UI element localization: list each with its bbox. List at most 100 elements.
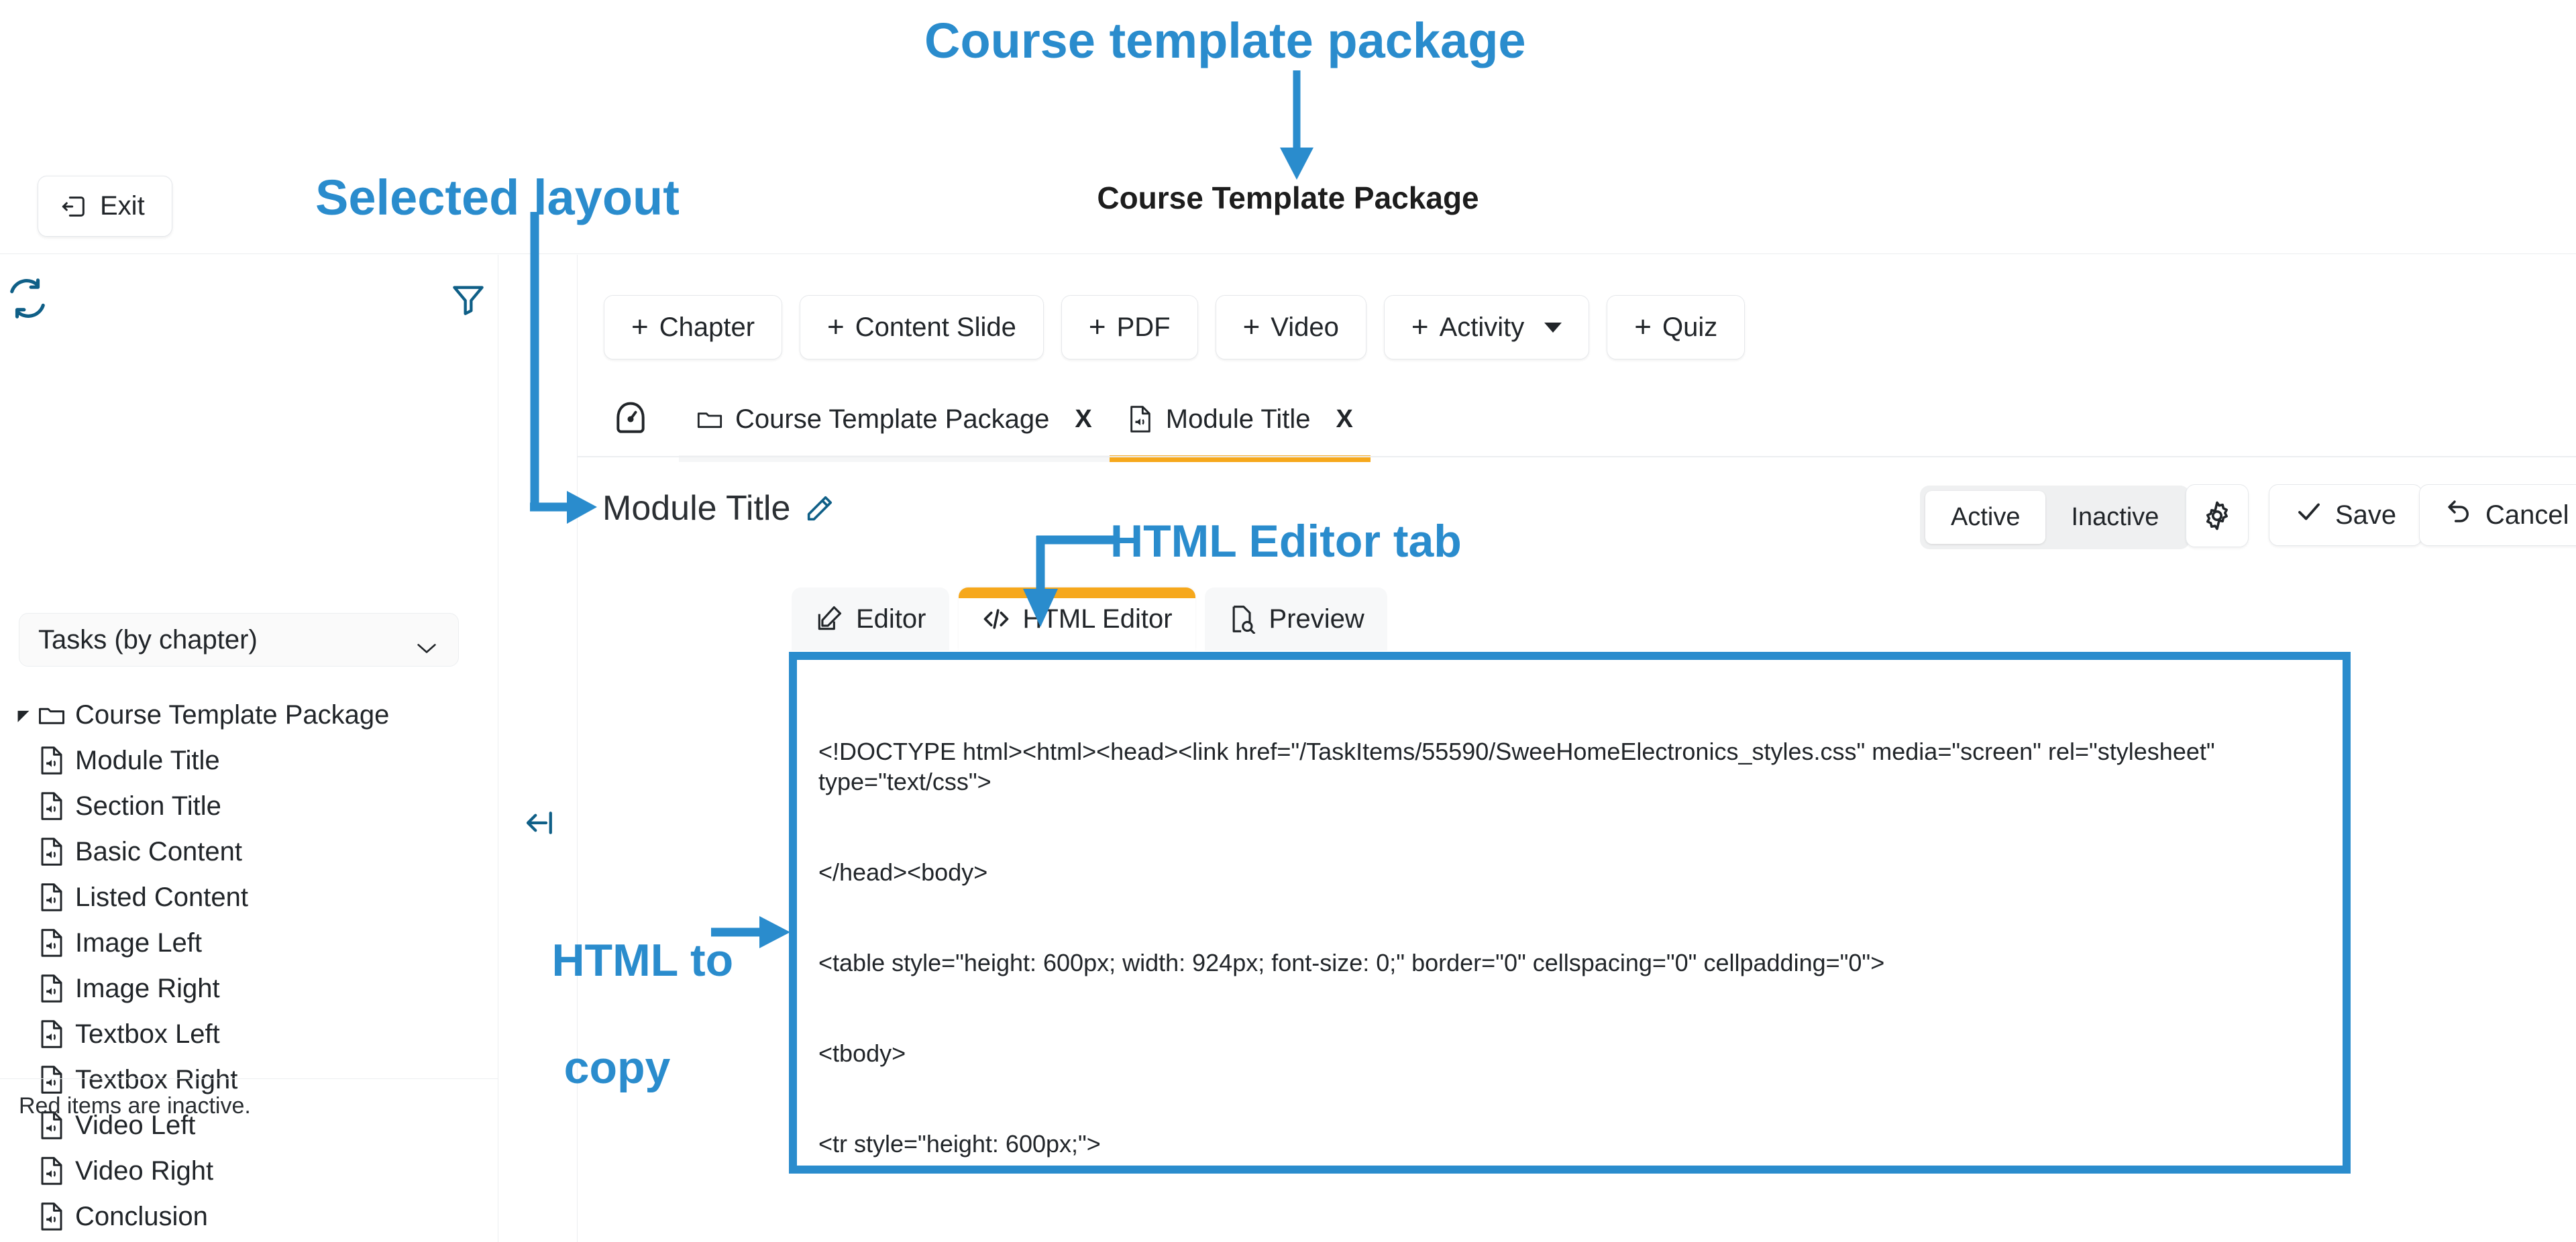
save-button[interactable]: Save: [2269, 484, 2423, 546]
tree-item-label: Conclusion: [75, 1201, 208, 1231]
slide-audio-icon: [38, 927, 66, 958]
open-tabs-bar: Course Template Package X Module Title X: [604, 389, 2549, 462]
editor-tabs: Editor HTML Editor Preview: [792, 587, 1387, 651]
tree-row[interactable]: Section Title: [0, 783, 498, 829]
tab-editor-label: Editor: [856, 604, 926, 634]
add-quiz-label: Quiz: [1662, 312, 1718, 342]
refresh-icon[interactable]: [7, 278, 48, 319]
plus-icon: +: [827, 310, 845, 343]
tree-row[interactable]: Conclusion: [0, 1194, 498, 1239]
header-divider: [0, 253, 2576, 254]
open-tab-label: Course Template Package: [735, 404, 1050, 434]
expand-caret-icon[interactable]: [12, 703, 35, 726]
add-quiz-button[interactable]: + Quiz: [1607, 295, 1746, 359]
cancel-label: Cancel: [2485, 500, 2569, 530]
collapse-sidebar-icon[interactable]: [522, 805, 558, 841]
tree-item-label: Module Title: [75, 745, 220, 775]
annotation-html-to-copy-line2: copy: [564, 1042, 671, 1093]
slide-audio-icon: [38, 745, 66, 776]
pencil-square-icon: [814, 604, 844, 634]
page-search-icon: [1228, 604, 1257, 635]
open-tab-module-title[interactable]: Module Title X: [1109, 390, 1371, 462]
chapter-select[interactable]: Tasks (by chapter): [19, 613, 459, 667]
status-toggle[interactable]: Active Inactive: [1920, 486, 2190, 549]
settings-button[interactable]: [2186, 484, 2249, 547]
pencil-icon[interactable]: [804, 493, 835, 524]
close-icon[interactable]: X: [1075, 405, 1091, 434]
slide-audio-icon: [38, 1064, 66, 1095]
open-tab-course-template-package[interactable]: Course Template Package X: [679, 390, 1110, 462]
tab-html-editor[interactable]: HTML Editor: [958, 587, 1195, 651]
code-line: <tr style="height: 600px;">: [818, 1130, 1101, 1158]
annotation-html-to-copy: HTML to copy: [496, 892, 738, 1182]
task-tree: Course Template Package Module Title Sec…: [0, 692, 498, 1239]
chapter-select-value: Tasks (by chapter): [38, 624, 258, 655]
tree-item-label: Video Right: [75, 1155, 214, 1186]
tree-row[interactable]: Listed Content: [0, 874, 498, 920]
tree-item-label: Image Left: [75, 927, 203, 958]
annotation-course-template-package: Course template package: [924, 13, 1526, 68]
tree-row[interactable]: Image Right: [0, 966, 498, 1011]
exit-label: Exit: [100, 191, 145, 221]
sidebar-toolbar: [0, 268, 498, 329]
save-label: Save: [2335, 500, 2397, 530]
status-inactive-option[interactable]: Inactive: [2045, 491, 2184, 544]
add-pdf-button[interactable]: + PDF: [1061, 295, 1198, 359]
sidebar: Tasks (by chapter) Course Template Packa…: [0, 255, 498, 1242]
tab-editor[interactable]: Editor: [792, 587, 949, 651]
slide-audio-icon: [38, 1019, 66, 1050]
tabs-divider: [577, 456, 2576, 457]
code-line: <!DOCTYPE html><html><head><link href="/…: [818, 738, 2222, 795]
slide-audio-icon: [38, 836, 66, 867]
add-activity-label: Activity: [1439, 312, 1525, 342]
annotation-html-editor-tab: HTML Editor tab: [1110, 516, 1462, 567]
chevron-down-icon[interactable]: [1544, 322, 1562, 333]
plus-icon: +: [1411, 310, 1429, 343]
exit-arrow-icon: [61, 193, 88, 220]
add-content-slide-label: Content Slide: [855, 312, 1016, 342]
annotation-selected-layout: Selected layout: [315, 170, 680, 225]
add-activity-button[interactable]: + Activity: [1383, 295, 1590, 359]
undo-icon: [2445, 498, 2473, 532]
add-video-button[interactable]: + Video: [1215, 295, 1366, 359]
item-title-text: Module Title: [602, 489, 791, 528]
plus-icon: +: [1242, 310, 1260, 343]
item-title: Module Title: [602, 488, 835, 528]
tree-row[interactable]: Textbox Left: [0, 1011, 498, 1057]
chevron-down-icon: [415, 632, 438, 653]
gear-icon: [2201, 500, 2233, 532]
tab-preview[interactable]: Preview: [1204, 587, 1387, 651]
plus-icon: +: [1634, 310, 1652, 343]
tree-row[interactable]: Module Title: [0, 738, 498, 783]
html-editor-textarea[interactable]: <!DOCTYPE html><html><head><link href="/…: [802, 663, 2341, 1164]
slide-audio-icon: [38, 882, 66, 913]
code-line: </head><body>: [818, 858, 988, 886]
add-content-slide-button[interactable]: + Content Slide: [800, 295, 1044, 359]
add-chapter-button[interactable]: + Chapter: [604, 295, 783, 359]
close-icon[interactable]: X: [1336, 405, 1352, 434]
tree-row[interactable]: Image Left: [0, 920, 498, 966]
tree-row[interactable]: Course Template Package: [0, 692, 498, 738]
sidebar-note: Red items are inactive.: [19, 1093, 251, 1119]
folder-icon: [38, 699, 66, 730]
tree-item-label: Textbox Right: [75, 1064, 238, 1094]
plus-icon: +: [1088, 310, 1106, 343]
open-tab-label: Module Title: [1165, 404, 1311, 434]
app-root: Course Template Package Exit Tasks (by c…: [0, 0, 2576, 1242]
check-icon: [2295, 498, 2323, 532]
exit-button[interactable]: Exit: [38, 176, 172, 237]
folder-icon: [696, 404, 723, 434]
cancel-button[interactable]: Cancel: [2419, 484, 2576, 546]
tree-item-label: Listed Content: [75, 882, 248, 912]
tree-row[interactable]: Video Right: [0, 1148, 498, 1194]
add-pdf-label: PDF: [1116, 312, 1171, 342]
status-active-option[interactable]: Active: [1925, 491, 2046, 544]
add-video-label: Video: [1271, 312, 1339, 342]
tree-row[interactable]: Basic Content: [0, 829, 498, 874]
filter-icon[interactable]: [451, 280, 486, 318]
code-line: <table style="height: 600px; width: 924p…: [818, 949, 1885, 976]
slide-audio-icon: [38, 1155, 66, 1186]
tab-html-editor-label: HTML Editor: [1022, 604, 1173, 634]
gauge-icon[interactable]: [612, 400, 649, 438]
slide-audio-icon: [38, 1201, 66, 1232]
